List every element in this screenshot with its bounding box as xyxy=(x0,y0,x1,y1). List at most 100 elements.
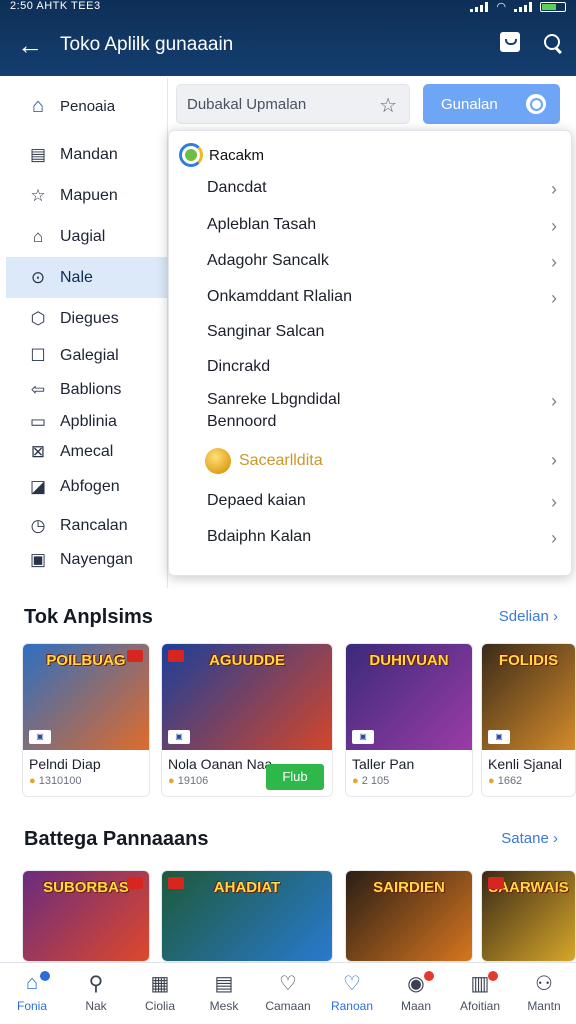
chevron-right-icon: › xyxy=(551,252,557,272)
nav-search[interactable]: ⚲ Nak xyxy=(64,963,128,1024)
rating-badge-icon: ▣ xyxy=(168,730,190,744)
app-card[interactable]: AHADIAT xyxy=(161,870,333,962)
sidebar-item-8[interactable]: ▭ Apblinia xyxy=(6,407,167,437)
dropdown-item[interactable]: Apleblan Tasah › xyxy=(207,216,557,236)
app-bar: ← Toko Aplilk gunaaain xyxy=(0,22,576,68)
sidebar-item-2[interactable]: ☆ Mapuen xyxy=(6,175,167,216)
nav-account[interactable]: ⚇ Mantn xyxy=(512,963,576,1024)
sidebar-item-10[interactable]: ◪ Abfogen xyxy=(6,467,167,507)
nav-label: Ciolia xyxy=(144,999,175,1013)
nav-notifications[interactable]: ◉ Maan xyxy=(384,963,448,1024)
nav-grid[interactable]: ▦ Ciolia xyxy=(128,963,192,1024)
section-title: Battega Pannaaans xyxy=(24,828,209,850)
category-dropdown: Racakm Dancdat › Apleblan Tasah › Adagohr … xyxy=(168,130,572,576)
sidebar-item-5[interactable]: ⬡ Diegues xyxy=(6,298,167,339)
install-button[interactable]: Flub xyxy=(266,764,324,790)
sidebar-item-label: Nale xyxy=(60,268,93,286)
nav-box[interactable]: ▤ Mesk xyxy=(192,963,256,1024)
sidebar-item-3[interactable]: ⌂ Uagial xyxy=(6,216,167,257)
app-card[interactable]: FOLIDIS ▣ Kenli Sjanal 1662 xyxy=(481,643,576,797)
status-bar: 2:50 AHTK TEE3 ◠ xyxy=(0,0,576,14)
sidebar-item-6[interactable]: ☐ Galegial xyxy=(6,339,167,373)
dropdown-item-label: Bdaiphn Kalan xyxy=(207,528,312,545)
dropdown-item-label: Depaed kaian xyxy=(207,492,306,509)
sidebar-item-7[interactable]: ⇦ Bablions xyxy=(6,373,167,407)
dropdown-item[interactable]: Adagohr Sancalk › xyxy=(207,252,557,272)
bottom-nav: ⌂ Fonia ⚲ Nak ▦ Ciolia ▤ Mesk ♡ Camaan ♡ Ranoa… xyxy=(0,962,576,1024)
signal-icon-2 xyxy=(514,2,532,12)
dropdown-item[interactable]: Dincrakd xyxy=(207,358,557,376)
dropdown-item-sublabel: Bennoord xyxy=(207,413,277,430)
sidebar-item-label: Mandan xyxy=(60,145,118,163)
dropdown-item-label: Dincrakd xyxy=(207,358,271,375)
sidebar: ⌂ Penoaia ▤ Mandan ☆ Mapuen ⌂ Uagial ⊙ Nale ⬡… xyxy=(6,78,168,588)
sidebar-item-1[interactable]: ▤ Mandan xyxy=(6,134,167,175)
nav-favorites[interactable]: ♡ Ranoan xyxy=(320,963,384,1024)
pin-icon[interactable]: ☆ xyxy=(379,93,397,118)
heart-icon: ♡ xyxy=(279,972,297,995)
search-field[interactable]: ☆ xyxy=(176,84,410,124)
nav-heart[interactable]: ♡ Camaan xyxy=(256,963,320,1024)
see-all-link[interactable]: Satane › xyxy=(501,830,558,847)
app-artwork: AHADIAT xyxy=(162,871,332,961)
box-icon: ▤ xyxy=(214,972,234,995)
card-icon: ▣ xyxy=(29,550,47,569)
chevron-right-icon: › xyxy=(553,830,558,847)
chevron-right-icon: › xyxy=(551,391,557,411)
nav-docs[interactable]: ▥ Afoitian xyxy=(448,963,512,1024)
app-card[interactable]: SAIRDIEN xyxy=(345,870,473,962)
search-icon[interactable] xyxy=(542,32,564,54)
chevron-right-icon: › xyxy=(551,528,557,548)
dropdown-item[interactable]: Dancdat › xyxy=(207,179,557,199)
sidebar-item-label: Penoaia xyxy=(60,97,116,115)
sidebar-item-label: Galegial xyxy=(60,347,119,364)
new-tag-icon xyxy=(127,877,143,889)
app-card[interactable]: AGUUDDE ▣ Nola Oanan Naa 19106 Flub xyxy=(161,643,333,797)
back-button[interactable]: ← xyxy=(0,22,60,68)
nav-label: Ranoan xyxy=(330,999,374,1013)
dropdown-item[interactable]: Onkamddant Rlalian › xyxy=(207,288,557,308)
image-icon: ◪ xyxy=(29,477,47,496)
dropdown-item-label: Adagohr Sancalk xyxy=(207,252,329,269)
nav-label: Fonia xyxy=(16,999,48,1013)
notification-dot xyxy=(488,971,498,981)
rating-badge-icon: ▣ xyxy=(29,730,51,744)
app-header: 2:50 AHTK TEE3 ◠ ← Toko Aplilk gunaaain xyxy=(0,0,576,76)
sidebar-item-9[interactable]: ⊠ Amecal xyxy=(6,437,167,467)
art-title: DUHIVUAN xyxy=(369,652,449,669)
nav-label: Nak xyxy=(85,999,107,1013)
dropdown-title: Racakm xyxy=(209,146,265,164)
see-all-link[interactable]: Sdelian › xyxy=(499,608,558,625)
search-button[interactable]: Gunalan xyxy=(423,84,560,124)
nav-home[interactable]: ⌂ Fonia xyxy=(0,963,64,1024)
search-input[interactable] xyxy=(187,95,367,113)
app-card[interactable]: SAARWAIS xyxy=(481,870,576,962)
app-card[interactable]: POILBUAG ▣ Pelndi Diap 1310100 xyxy=(22,643,150,797)
wifi-icon: ◠ xyxy=(496,1,506,13)
app-meta: 2 105 xyxy=(346,772,472,787)
art-title: FOLIDIS xyxy=(498,652,559,669)
dropdown-item-featured[interactable]: Sacearlldita › xyxy=(205,448,557,474)
sidebar-item-11[interactable]: ◷ Rancalan xyxy=(6,507,167,545)
dropdown-item[interactable]: Sanginar Salcan xyxy=(207,323,557,341)
dropdown-item[interactable]: Depaed kaian › xyxy=(207,492,557,512)
dropdown-item[interactable]: Sanreke Lbgndidal Bennoord › xyxy=(207,391,557,435)
chevron-right-icon: › xyxy=(553,608,558,625)
nav-label: Maan xyxy=(400,999,432,1013)
app-name: Pelndi Diap xyxy=(29,756,101,772)
sidebar-item-4[interactable]: ⊙ Nale xyxy=(6,257,167,298)
nav-label: Mantn xyxy=(527,999,561,1013)
dropdown-item-label: Onkamddant Rlalian xyxy=(207,288,352,305)
dropdown-item-label: Sanreke Lbgndidal xyxy=(207,391,341,408)
bag-icon[interactable] xyxy=(500,32,520,52)
user-icon: ⚇ xyxy=(535,972,553,995)
nav-label: Mesk xyxy=(209,999,239,1013)
app-card[interactable]: SUBORBAS xyxy=(22,870,150,962)
app-card[interactable]: DUHIVUAN ▣ Taller Pan 2 105 xyxy=(345,643,473,797)
nav-label: Camaan xyxy=(265,999,311,1013)
rating-badge-icon: ▣ xyxy=(488,730,510,744)
sidebar-item-12[interactable]: ▣ Nayengan xyxy=(6,545,167,575)
app-meta: 1310100 xyxy=(23,772,149,787)
dropdown-item[interactable]: Bdaiphn Kalan › xyxy=(207,528,557,548)
sidebar-item-home[interactable]: ⌂ Penoaia xyxy=(6,78,167,134)
